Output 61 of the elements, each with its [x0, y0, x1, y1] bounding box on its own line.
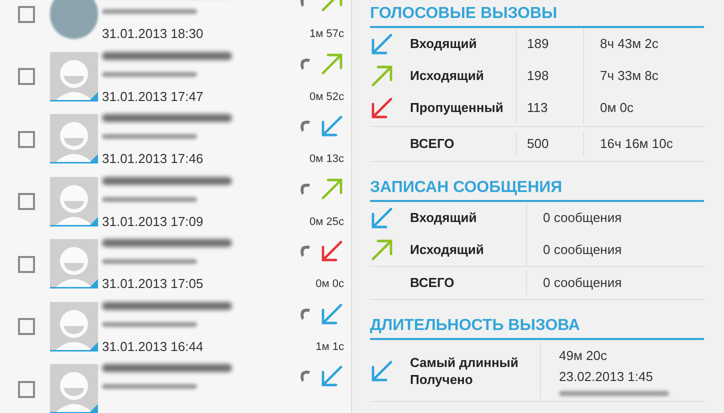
outgoing-arrow-icon — [320, 176, 344, 201]
message-count: 0 сообщения — [542, 241, 622, 260]
call-total-duration: 0м 0с — [599, 99, 634, 118]
call-duration: 1м 57с — [310, 28, 344, 42]
checkbox[interactable] — [18, 380, 35, 398]
call-count: 189 — [526, 35, 550, 54]
incoming-arrow-icon — [370, 206, 394, 230]
longest-call-date: 23.02.2013 1:45 — [559, 368, 654, 386]
call-date: 31.01.2013 17:09 — [102, 214, 204, 229]
phone-icon — [299, 120, 310, 132]
row-label: Пропущенный — [410, 99, 504, 118]
row-label: Входящий — [410, 209, 478, 228]
total-message-count: 0 сообщения — [542, 274, 622, 292]
longest-call-duration: 49м 20с — [559, 346, 608, 364]
incoming-arrow-icon — [370, 96, 394, 120]
outgoing-arrow-icon — [320, 52, 344, 76]
checkbox[interactable] — [18, 68, 35, 86]
row-label: Исходящий — [410, 67, 485, 86]
incoming-arrow-icon — [320, 114, 344, 138]
checkbox[interactable] — [18, 193, 35, 210]
incoming-arrow-icon — [370, 358, 394, 382]
total-label: ВСЕГО — [410, 274, 456, 292]
call-count: 198 — [526, 67, 550, 86]
section-header: ЗАПИСАН СООБЩЕНИЯ — [370, 178, 704, 202]
call-duration: 0м 0с — [316, 278, 344, 292]
row-label: Исходящий — [410, 241, 485, 260]
checkbox[interactable] — [18, 6, 35, 23]
total-duration: 16ч 16м 10с — [599, 135, 673, 154]
row-label: Входящий — [410, 35, 478, 54]
call-total-duration: 7ч 33м 8с — [599, 67, 658, 86]
phone-icon — [299, 182, 310, 195]
call-duration: 0м 25с — [310, 216, 344, 229]
outgoing-arrow-icon — [370, 238, 394, 262]
phone-icon — [299, 58, 310, 70]
phone-icon — [299, 245, 310, 258]
message-count: 0 сообщения — [542, 209, 622, 228]
call-date: 31.01.2013 17:46 — [102, 151, 204, 166]
checkbox[interactable] — [18, 318, 35, 336]
call-count: 113 — [526, 99, 549, 118]
section-header: ГОЛОСОВЫЕ ВЫЗОВЫ — [370, 4, 704, 28]
call-duration: 0м 52с — [310, 90, 344, 104]
call-date: 31.01.2013 18:30 — [102, 26, 204, 42]
incoming-arrow-icon — [320, 302, 344, 326]
incoming-arrow-icon — [370, 32, 394, 56]
call-date: 31.01.2013 17:05 — [102, 276, 204, 292]
incoming-arrow-icon — [320, 364, 344, 388]
call-date: 31.01.2013 16:44 — [102, 338, 204, 354]
phone-icon — [299, 308, 310, 320]
longest-call-label: Самый длинный Получено — [410, 354, 520, 388]
checkbox[interactable] — [18, 130, 35, 148]
checkbox[interactable] — [18, 256, 35, 273]
section-header: ДЛИТЕЛЬНОСТЬ ВЫЗОВА — [370, 316, 704, 340]
total-label: ВСЕГО — [410, 135, 456, 154]
call-duration: 0м 13с — [310, 153, 344, 166]
outgoing-arrow-icon — [370, 64, 394, 88]
total-count: 500 — [526, 135, 550, 154]
call-total-duration: 8ч 43м 2с — [599, 35, 658, 54]
incoming-arrow-icon — [320, 239, 344, 264]
call-duration: 1м 1с — [316, 340, 344, 354]
phone-icon — [299, 370, 310, 382]
call-date: 31.01.2013 17:47 — [102, 88, 204, 104]
